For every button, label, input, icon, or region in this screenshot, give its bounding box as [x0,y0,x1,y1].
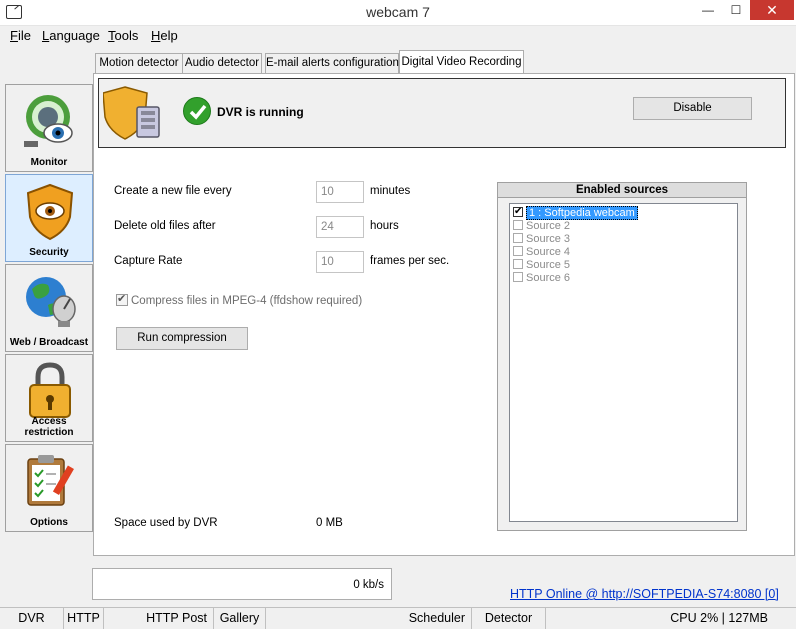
title-bar: webcam 7 — ☐ ✕ [0,0,796,26]
close-button[interactable]: ✕ [750,0,794,20]
source-checkbox[interactable] [513,272,523,282]
sidebar-item-access-restriction[interactable]: Access restriction [5,354,93,442]
menu-language[interactable]: Language [42,28,100,43]
tab-email-alerts[interactable]: E-mail alerts configuration [265,53,399,74]
capture-rate-unit: frames per sec. [370,255,450,267]
status-detector[interactable]: Detector [472,608,546,629]
compress-label: Compress files in MPEG-4 (ffdshow requir… [131,295,363,307]
tab-motion-detector[interactable]: Motion detector [95,53,183,74]
new-file-unit: minutes [370,185,411,197]
capture-rate-input[interactable]: 10 [316,251,364,273]
source-label: Source 6 [526,272,571,284]
dvr-status-box: DVR is running Disable [98,78,786,148]
delete-files-input[interactable]: 24 [316,216,364,238]
source-label: Source 5 [526,259,571,271]
source-checkbox[interactable] [513,246,523,256]
bandwidth-box: 0 kb/s [92,568,392,600]
menu-file[interactable]: File [10,28,31,43]
run-compression-button[interactable]: Run compression [116,327,248,350]
delete-files-label: Delete old files after [114,220,216,232]
sidebar-label: Web / Broadcast [9,337,89,348]
status-dvr[interactable]: DVR [0,608,64,629]
sidebar: Monitor Security Web / Broadcast Access … [5,84,93,532]
compress-option[interactable]: Compress files in MPEG-4 (ffdshow requir… [116,292,363,307]
menu-bar: File Language Tools Help [0,26,796,46]
clipboard-pencil-icon [27,455,74,506]
dvr-shield-icon [103,86,160,140]
maximize-button[interactable]: ☐ [722,0,750,20]
source-label: Source 3 [526,233,571,245]
status-bar: DVR HTTP HTTP Post Gallery Scheduler Det… [0,607,796,629]
sidebar-label: Security [29,247,69,258]
source-checkbox[interactable] [513,220,523,230]
enabled-sources-title: Enabled sources [498,183,746,198]
dvr-panel: DVR is running Disable Create a new file… [93,73,795,556]
new-file-label: Create a new file every [114,185,232,197]
source-item[interactable]: Source 5 [513,259,735,272]
sidebar-item-web-broadcast[interactable]: Web / Broadcast [5,264,93,352]
new-file-input[interactable]: 10 [316,181,364,203]
sidebar-item-security[interactable]: Security [5,174,93,262]
disable-button[interactable]: Disable [633,97,752,120]
sources-list: 1 : Softpedia webcam Source 2 Source 3 S… [509,203,738,522]
enabled-sources-group: Enabled sources 1 : Softpedia webcam Sou… [497,182,747,531]
sidebar-item-options[interactable]: Options [5,444,93,532]
source-item[interactable]: Source 4 [513,246,735,259]
http-online-link[interactable]: HTTP Online @ http://SOFTPEDIA-S74:8080 … [510,587,779,601]
shield-eye-icon [26,183,74,241]
source-item[interactable]: Source 6 [513,272,735,285]
compress-checkbox[interactable] [116,292,128,306]
globe-satellite-icon [26,277,76,327]
source-checkbox[interactable] [513,259,523,269]
space-used-value: 0 MB [316,517,343,529]
minimize-button[interactable]: — [694,0,722,20]
dvr-status-text: DVR is running [217,105,304,119]
delete-files-unit: hours [370,220,399,232]
status-http-post[interactable]: HTTP Post [104,608,214,629]
tab-audio-detector[interactable]: Audio detector [182,53,262,74]
source-label: Source 2 [526,220,571,232]
eye-camera-icon [24,95,73,147]
status-scheduler[interactable]: Scheduler [266,608,472,629]
window-title: webcam 7 [366,4,430,20]
sidebar-label: Options [30,517,68,528]
source-item[interactable]: Source 2 [513,220,735,233]
menu-tools[interactable]: Tools [108,28,138,43]
source-label: 1 : Softpedia webcam [526,206,638,220]
source-item[interactable]: Source 3 [513,233,735,246]
status-http[interactable]: HTTP [64,608,104,629]
tab-digital-video-recording[interactable]: Digital Video Recording [399,50,524,74]
menu-help[interactable]: Help [151,28,178,43]
bandwidth-value: 0 kb/s [353,579,384,591]
padlock-icon [29,362,71,418]
sidebar-label: Access restriction [24,416,74,438]
source-label: Source 4 [526,246,571,258]
sidebar-label: Monitor [30,157,68,168]
source-checkbox[interactable] [513,233,523,243]
status-cpu-memory: CPU 2% | 127MB [670,611,768,625]
space-used-label: Space used by DVR [114,517,218,529]
capture-rate-label: Capture Rate [114,255,183,267]
check-icon [183,97,211,125]
sidebar-item-monitor[interactable]: Monitor [5,84,93,172]
source-checkbox[interactable] [513,206,523,218]
source-item[interactable]: 1 : Softpedia webcam [513,206,735,220]
status-gallery[interactable]: Gallery [214,608,266,629]
